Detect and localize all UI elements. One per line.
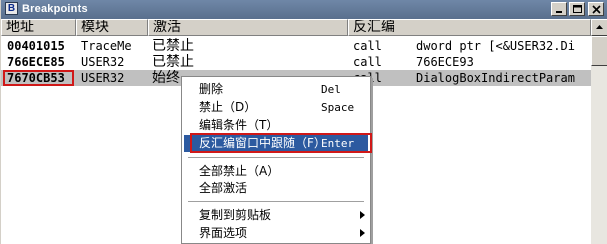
column-header: 地址 模块 激活 反汇编	[1, 19, 591, 36]
row-active: 已禁止	[152, 38, 194, 54]
context-menu: 删除 Del 禁止（D） Space 编辑条件（T） 反汇编窗口中跟随（F） E…	[181, 76, 371, 244]
maximize-button[interactable]	[569, 2, 585, 16]
maximize-icon	[573, 5, 582, 13]
menu-item-label: 界面选项	[199, 226, 248, 240]
row-active: 始终	[152, 70, 180, 86]
minimize-button[interactable]	[551, 2, 567, 16]
menu-item-label: 复制到剪贴板	[199, 208, 272, 222]
row-module: USER32	[81, 71, 125, 85]
column-disassembly[interactable]: 反汇编	[348, 19, 591, 36]
menu-item-follow-in-disassembler[interactable]: 反汇编窗口中跟随（F） Enter	[184, 135, 368, 152]
title-bar[interactable]: B Breakpoints	[1, 0, 607, 19]
window-title: Breakpoints	[22, 3, 88, 15]
row-mnemonic: call	[353, 39, 382, 53]
menu-item-edit-condition[interactable]: 编辑条件（T）	[184, 117, 368, 134]
menu-item-label: 反汇编窗口中跟随（F）	[199, 136, 326, 150]
menu-item-enable-all[interactable]: 全部激活	[184, 180, 368, 197]
menu-item-delete[interactable]: 删除 Del	[184, 81, 368, 98]
row-module: USER32	[81, 55, 125, 69]
arrow-up-icon	[596, 25, 603, 29]
menu-separator	[188, 157, 364, 159]
row-operand: 766ECE93	[416, 55, 474, 69]
close-button[interactable]	[588, 2, 604, 16]
menu-item-label: 全部激活	[199, 181, 248, 195]
menu-item-copy-to-clipboard[interactable]: 复制到剪贴板	[184, 207, 368, 224]
minimize-icon	[556, 11, 562, 13]
breakpoints-window: B Breakpoints 地址 模块 激活 反汇编 00401015 Trac…	[0, 0, 607, 244]
row-operand: dword ptr [<&USER32.Di	[416, 39, 575, 53]
vertical-scrollbar[interactable]	[591, 19, 607, 244]
app-icon: B	[5, 2, 18, 15]
menu-item-label: 禁止（D）	[199, 100, 257, 114]
row-address: 00401015	[7, 39, 65, 53]
menu-item-shortcut: Space	[321, 101, 355, 114]
menu-item-appearance[interactable]: 界面选项	[184, 225, 368, 242]
menu-item-shortcut: Del	[321, 83, 341, 96]
scroll-up-button[interactable]	[591, 19, 607, 36]
menu-separator	[188, 201, 364, 203]
breakpoint-row[interactable]: 00401015 TraceMe 已禁止 call dword ptr [<&U…	[1, 38, 591, 54]
menu-item-disable-all[interactable]: 全部禁止（A）	[184, 163, 368, 180]
submenu-arrow-icon	[360, 229, 365, 237]
submenu-arrow-icon	[360, 211, 365, 219]
column-active[interactable]: 激活	[148, 19, 348, 36]
menu-item-label: 编辑条件（T）	[199, 118, 279, 132]
row-mnemonic: call	[353, 55, 382, 69]
row-address: 7670CB53	[7, 71, 65, 85]
column-address[interactable]: 地址	[1, 19, 76, 36]
menu-item-label: 全部禁止（A）	[199, 164, 280, 178]
close-icon	[592, 5, 601, 14]
menu-item-shortcut: Enter	[321, 137, 355, 150]
menu-item-label: 删除	[199, 82, 224, 96]
breakpoint-row[interactable]: 766ECE85 USER32 已禁止 call 766ECE93	[1, 54, 591, 70]
column-module[interactable]: 模块	[76, 19, 148, 36]
row-operand: DialogBoxIndirectParam	[416, 71, 575, 85]
row-active: 已禁止	[152, 54, 194, 70]
row-address: 766ECE85	[7, 55, 65, 69]
menu-item-disable[interactable]: 禁止（D） Space	[184, 99, 368, 116]
row-module: TraceMe	[81, 39, 132, 53]
scroll-thumb[interactable]	[591, 36, 607, 66]
